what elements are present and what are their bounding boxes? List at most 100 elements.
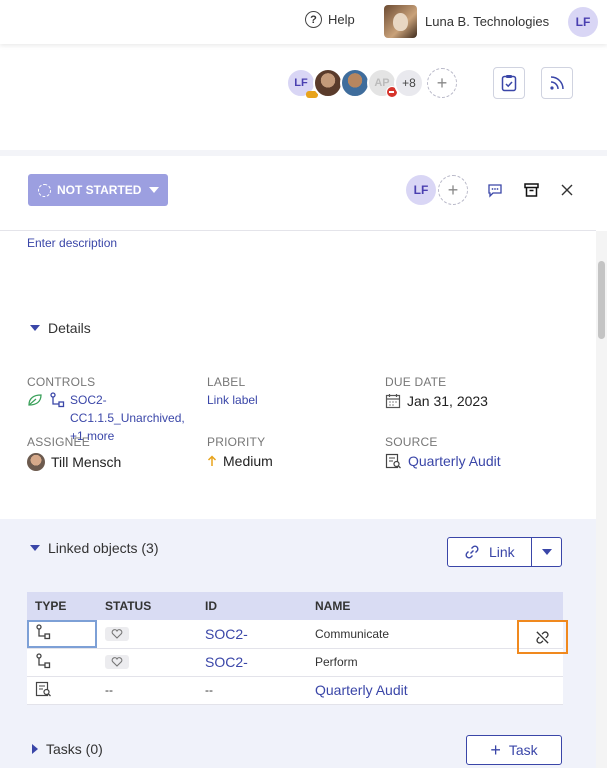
column-header-id: ID: [197, 592, 307, 620]
source-label: SOURCE: [385, 435, 438, 449]
help-icon: ?: [305, 11, 322, 28]
linked-objects-toggle[interactable]: Linked objects (3): [30, 540, 159, 556]
link-dropdown[interactable]: [532, 549, 561, 555]
details-toggle[interactable]: Details: [30, 320, 91, 336]
controls-link[interactable]: SOC2-: [70, 393, 107, 407]
status-cell: [97, 648, 197, 677]
status-heart-icon: [105, 655, 129, 669]
source-value: Quarterly Audit: [408, 453, 501, 469]
leaf-icon: [28, 394, 42, 406]
assignee-field[interactable]: Till Mensch: [27, 453, 121, 471]
user-avatar[interactable]: LF: [568, 7, 598, 37]
assignee-value: Till Mensch: [51, 454, 122, 470]
member-avatar[interactable]: LF: [286, 68, 318, 98]
chevron-right-icon: [32, 744, 38, 754]
table-row[interactable]: -- -- Quarterly Audit: [27, 676, 563, 705]
source-field[interactable]: Quarterly Audit: [385, 453, 501, 469]
id-link[interactable]: SOC2-: [205, 654, 248, 670]
column-header-status: STATUS: [97, 592, 197, 620]
org-avatar: [384, 5, 417, 38]
close-icon: [561, 184, 573, 196]
status-heart-icon: [105, 626, 129, 641]
id-cell: --: [197, 676, 307, 705]
table-header: TYPE STATUS ID NAME: [27, 592, 563, 620]
name-text: Perform: [315, 655, 358, 669]
plus-icon: +: [490, 740, 501, 760]
org-name: Luna B. Technologies: [425, 14, 550, 29]
header-divider: [0, 230, 596, 231]
link-button-label: Link: [489, 544, 515, 560]
add-task-button[interactable]: + Task: [466, 735, 562, 765]
controls-link-2[interactable]: CC1.1.5_Unarchived,: [70, 411, 185, 425]
more-members-badge[interactable]: +8: [394, 68, 424, 98]
type-cell[interactable]: [27, 676, 97, 705]
name-link[interactable]: Quarterly Audit: [315, 682, 408, 698]
assignee-avatar[interactable]: LF: [406, 175, 436, 205]
top-bar: ? Help Luna B. Technologies LF: [0, 0, 607, 44]
name-text: Communicate: [315, 626, 390, 641]
priority-label: PRIORITY: [207, 435, 266, 449]
due-date-value: Jan 31, 2023: [407, 393, 488, 409]
id-cell[interactable]: SOC2-: [197, 620, 307, 649]
link-main-button[interactable]: Link: [448, 538, 532, 566]
rss-icon: [550, 76, 564, 90]
due-date-field[interactable]: Jan 31, 2023: [385, 393, 488, 409]
id-link[interactable]: SOC2-: [205, 626, 248, 642]
status-cell: [97, 620, 197, 649]
audit-icon: [385, 453, 401, 469]
type-cell[interactable]: [27, 648, 97, 677]
name-cell[interactable]: Quarterly Audit: [307, 676, 563, 705]
scrollbar-thumb[interactable]: [598, 261, 605, 339]
table-row[interactable]: SOC2- Communicate: [27, 620, 563, 649]
id-cell[interactable]: SOC2-: [197, 648, 307, 677]
controls-label: CONTROLS: [27, 375, 96, 389]
type-cell[interactable]: [27, 620, 97, 649]
chevron-down-icon: [30, 325, 40, 331]
priority-value: Medium: [223, 453, 273, 469]
status-label: NOT STARTED: [57, 183, 142, 197]
link-button[interactable]: Link: [447, 537, 562, 567]
tasks-toggle[interactable]: Tasks (0): [32, 741, 103, 757]
tasks-title: Tasks (0): [46, 741, 103, 757]
checklist-button[interactable]: [493, 67, 525, 99]
chevron-down-icon: [30, 545, 40, 551]
org-switcher[interactable]: Luna B. Technologies: [384, 5, 549, 38]
details-title: Details: [48, 320, 91, 336]
calendar-icon: [385, 394, 401, 409]
control-icon: [36, 652, 51, 668]
controls-value: [27, 392, 65, 408]
member-avatar[interactable]: AP: [367, 68, 398, 98]
add-assignee-button[interactable]: +: [438, 175, 468, 205]
feed-button[interactable]: [541, 67, 573, 99]
status-dropdown[interactable]: NOT STARTED: [28, 174, 168, 206]
table-row[interactable]: SOC2- Perform: [27, 648, 563, 677]
chevron-down-icon: [149, 187, 160, 193]
member-avatar[interactable]: [340, 68, 370, 98]
assignee-photo: [27, 453, 45, 471]
control-icon: [36, 624, 51, 640]
comment-icon: [488, 183, 502, 198]
chevron-down-icon: [541, 549, 552, 555]
add-task-label: Task: [508, 742, 538, 758]
section-separator: [0, 150, 607, 156]
close-button[interactable]: [557, 180, 577, 200]
archive-button[interactable]: [521, 180, 541, 200]
help-button[interactable]: ? Help: [305, 11, 355, 28]
priority-field[interactable]: Medium: [207, 453, 273, 469]
comment-button[interactable]: [485, 180, 505, 200]
add-member-button[interactable]: +: [427, 68, 457, 98]
scrollbar[interactable]: [596, 231, 607, 768]
assignee-label: ASSIGNEE: [27, 435, 90, 449]
member-avatar[interactable]: [313, 68, 343, 98]
members-list: LF AP +8 +: [286, 68, 457, 98]
status-ring-icon: [38, 183, 51, 197]
clipboard-check-icon: [501, 75, 517, 92]
unlink-button[interactable]: [517, 620, 568, 654]
archive-icon: [523, 183, 539, 197]
due-date-label: DUE DATE: [385, 375, 447, 389]
description-input[interactable]: Enter description: [27, 236, 117, 250]
linked-objects-title: Linked objects (3): [48, 540, 159, 556]
status-cell: --: [97, 676, 197, 705]
label-link[interactable]: Link label: [207, 393, 258, 407]
arrow-up-icon: [207, 455, 217, 466]
